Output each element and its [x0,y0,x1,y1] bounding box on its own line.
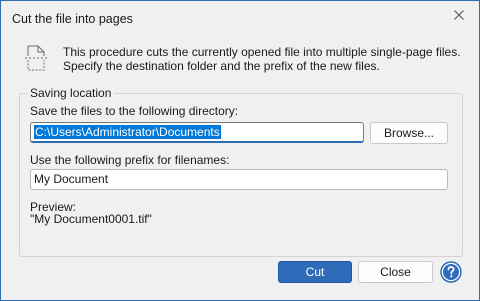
browse-button[interactable]: Browse... [370,122,448,144]
saving-location-legend: Saving location [27,86,115,100]
intro-description: This procedure cuts the currently opened… [63,45,461,73]
prefix-input-value: My Document [34,172,109,186]
close-window-button[interactable] [439,1,479,29]
help-icon[interactable] [440,261,462,283]
directory-input[interactable]: C:\Users\Administrator\Documents [30,122,364,143]
prefix-input[interactable]: My Document [30,169,448,190]
dialog-title: Cut the file into pages [12,12,133,26]
directory-label: Save the files to the following director… [30,104,239,118]
close-button[interactable]: Close [358,261,433,283]
document-split-icon [25,45,47,71]
cut-button[interactable]: Cut [278,261,352,283]
preview-value: "My Document0001.tif" [30,212,152,226]
prefix-label: Use the following prefix for filenames: [30,153,230,167]
close-icon [454,10,464,20]
cut-file-dialog: Cut the file into pages This procedure c… [0,0,480,301]
title-bar: Cut the file into pages [1,1,479,35]
directory-input-value: C:\Users\Administrator\Documents [34,125,221,139]
